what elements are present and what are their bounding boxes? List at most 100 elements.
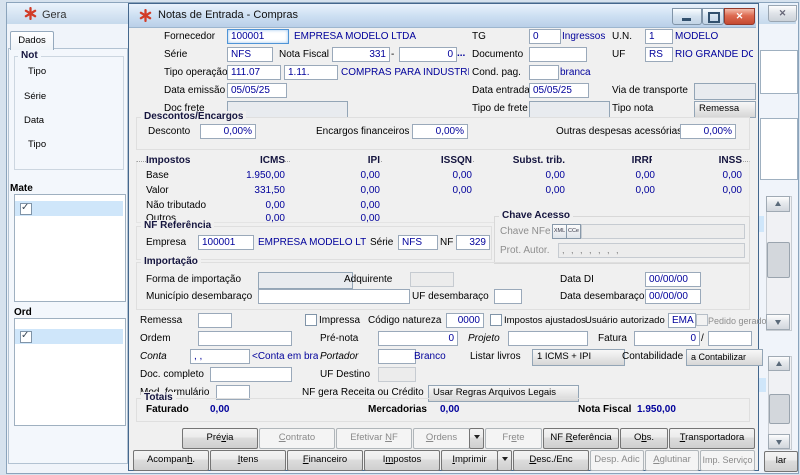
tg-desc: Ingressos (562, 31, 605, 42)
tab-dados[interactable]: Dados (10, 31, 54, 50)
imp-servico-button[interactable]: Imp. Serviço (700, 450, 755, 471)
tipo-frete-select[interactable] (529, 101, 610, 118)
efetivar-nf-button[interactable]: Efetivar NF (336, 428, 412, 449)
prot-autor-field[interactable]: , , , , , , , (558, 243, 745, 258)
background-close-button[interactable]: ✕ (768, 5, 797, 22)
cond-pag-field[interactable] (529, 65, 559, 80)
ordem-checkbox[interactable] (20, 331, 32, 343)
xml-button[interactable]: XML (552, 224, 567, 239)
nfref-empresa-field[interactable]: 100001 (198, 235, 254, 250)
tipo-operacao-field[interactable]: 111.07 (227, 65, 281, 80)
minimize-icon (682, 18, 691, 21)
conta-field[interactable]: , , (190, 349, 250, 364)
dialog-title: Notas de Entrada - Compras (158, 9, 298, 21)
previa-button[interactable]: Prévia (182, 428, 258, 449)
via-transporte-select[interactable] (694, 83, 756, 100)
ordens-button[interactable]: Ordens (413, 428, 470, 449)
scroll-up-button-2[interactable] (768, 356, 790, 371)
nota-fiscal-field[interactable]: 331 (332, 47, 390, 62)
cancelar-button-partial[interactable]: lar (764, 451, 798, 472)
adquirente-field[interactable] (410, 272, 454, 287)
financeiro-button[interactable]: Financeiro (287, 450, 363, 471)
pre-nota-field[interactable]: 0 (378, 331, 458, 346)
ordens-dropdown-button[interactable] (469, 428, 484, 449)
desp-adic-button[interactable]: Desp. Adic (590, 450, 644, 471)
data-desembaraco-label: Data desembaraço (560, 291, 645, 302)
un-field[interactable]: 1 (645, 29, 673, 44)
cfop-field[interactable]: 1.11. (284, 65, 338, 80)
data-entrada-field[interactable]: 05/05/25 (529, 83, 589, 98)
uf-desembaraco-field[interactable] (494, 289, 522, 304)
desconto-field[interactable]: 0,00% (200, 124, 256, 139)
cce-button[interactable]: CCe (566, 224, 581, 239)
nfref-nf-field[interactable]: 329 (456, 235, 490, 250)
impostos-ajustados-label: Impostos ajustados (504, 315, 586, 326)
impostos-col-inss: INSS (652, 155, 742, 166)
data-desembaraco-field[interactable]: 00/00/00 (645, 289, 701, 304)
scroll-up-button-1[interactable] (766, 196, 790, 212)
fatura-sub-field[interactable] (708, 331, 752, 346)
uf-field[interactable]: RS (645, 47, 673, 62)
data-emissao-field[interactable]: 05/05/25 (227, 83, 287, 98)
tipo-nota-label: Tipo nota (612, 103, 653, 114)
totais-title: Totais (141, 392, 176, 403)
pedido-gerado-checkbox[interactable] (696, 314, 708, 326)
nota-fiscal-sub-field[interactable]: 0 (399, 47, 457, 62)
usuario-autorizado-field[interactable]: EMA (668, 313, 696, 328)
impressa-label: Impressa (319, 315, 360, 326)
scrollbar-thumb-2[interactable] (769, 394, 790, 424)
ordem-field[interactable] (198, 331, 292, 346)
aglutinar-button[interactable]: Aglutinar (645, 450, 699, 471)
tipo-nota-select[interactable]: Remessa (694, 101, 756, 118)
acompanh-button[interactable]: Acompanh. (133, 450, 209, 471)
faturado-value: 0,00 (210, 404, 229, 415)
forma-importacao-select[interactable] (258, 272, 353, 289)
remessa-field[interactable] (198, 313, 232, 328)
scroll-down-button-2[interactable] (768, 434, 790, 449)
material-checkbox[interactable] (20, 203, 32, 215)
municipio-desembaraco-field[interactable] (258, 289, 410, 304)
listar-livros-select[interactable]: 1 ICMS + IPI (532, 349, 625, 366)
more-button[interactable]: ... (457, 48, 465, 59)
data-di-field[interactable]: 00/00/00 (645, 272, 701, 287)
scroll-down-icon (775, 320, 781, 325)
scrollbar-thumb-1[interactable] (767, 242, 790, 278)
scroll-down-button-1[interactable] (766, 314, 790, 330)
imprimir-button[interactable]: Imprimir (441, 450, 498, 471)
imprimir-dropdown-button[interactable] (497, 450, 512, 471)
fornecedor-field[interactable]: 100001 (227, 29, 289, 44)
documento-field[interactable] (529, 47, 587, 62)
maximize-button[interactable] (702, 8, 724, 25)
obs-button[interactable]: Obs. (620, 428, 668, 449)
transportadora-button[interactable]: Transportadora (669, 428, 755, 449)
serie-field[interactable]: NFS (227, 47, 273, 62)
fatura-label: Fatura (598, 333, 627, 344)
uf-destino-field[interactable] (378, 367, 416, 382)
chave-nfe-field[interactable] (581, 224, 745, 239)
desc-enc-button[interactable]: Desc./Enc (513, 450, 589, 471)
contabilidade-select[interactable]: a Contabilizar (686, 349, 763, 366)
tg-field[interactable]: 0 (529, 29, 561, 44)
impostos-cell: 0,00 (475, 170, 565, 181)
outras-despesas-field[interactable]: 0,00% (680, 124, 736, 139)
portador-field[interactable] (378, 349, 416, 364)
impressa-checkbox[interactable] (305, 314, 317, 326)
impostos-cell: 331,50 (195, 185, 285, 196)
close-button[interactable]: ✕ (724, 8, 755, 25)
frete-button[interactable]: Frete (485, 428, 542, 449)
maximize-icon (708, 12, 720, 23)
projeto-field[interactable] (508, 331, 588, 346)
pedido-gerado-label: Pedido gerado (708, 316, 756, 326)
impostos-ajustados-checkbox[interactable] (490, 314, 502, 326)
contrato-button[interactable]: Contrato (259, 428, 335, 449)
encargos-field[interactable]: 0,00% (412, 124, 468, 139)
nf-referencia-button[interactable]: NF Referência (543, 428, 619, 449)
impostos-button[interactable]: Impostos (364, 450, 440, 471)
fatura-field[interactable]: 0 (634, 331, 700, 346)
codigo-natureza-field[interactable]: 0000 (446, 313, 484, 328)
nfref-serie-field[interactable]: NFS (398, 235, 438, 250)
chave-acesso-title: Chave Acesso (499, 210, 573, 221)
minimize-button[interactable] (672, 8, 702, 25)
itens-button[interactable]: Itens (210, 450, 286, 471)
doc-completo-field[interactable] (210, 367, 292, 382)
